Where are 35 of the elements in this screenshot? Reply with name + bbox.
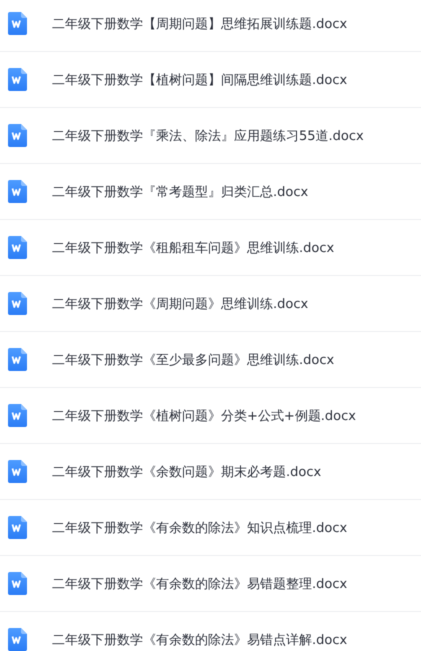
file-row[interactable]: 二年级下册数学《周期问题》思维训练.docx xyxy=(0,276,421,332)
file-name: 二年级下册数学【植树问题】间隔思维训练题.docx xyxy=(52,72,348,88)
file-row[interactable]: 二年级下册数学【植树问题】间隔思维训练题.docx xyxy=(0,52,421,108)
file-name: 二年级下册数学《租船租车问题》思维训练.docx xyxy=(52,240,334,256)
file-name: 二年级下册数学《余数问题》期末必考题.docx xyxy=(52,464,322,480)
word-document-icon xyxy=(8,404,27,427)
file-name: 二年级下册数学《有余数的除法》易错题整理.docx xyxy=(52,576,348,592)
file-row[interactable]: 二年级下册数学《有余数的除法》易错题整理.docx xyxy=(0,556,421,612)
file-name: 二年级下册数学《有余数的除法》知识点梳理.docx xyxy=(52,520,348,536)
word-document-icon xyxy=(8,292,27,315)
word-document-icon xyxy=(8,572,27,595)
word-document-icon xyxy=(8,68,27,91)
file-name: 二年级下册数学『常考题型』归类汇总.docx xyxy=(52,184,308,200)
file-name: 二年级下册数学【周期问题】思维拓展训练题.docx xyxy=(52,16,348,32)
file-row[interactable]: 二年级下册数学『常考题型』归类汇总.docx xyxy=(0,164,421,220)
word-document-icon xyxy=(8,460,27,483)
file-row[interactable]: 二年级下册数学《有余数的除法》易错点详解.docx xyxy=(0,612,421,651)
file-row[interactable]: 二年级下册数学『乘法、除法』应用题练习55道.docx xyxy=(0,108,421,164)
word-document-icon xyxy=(8,12,27,35)
file-name: 二年级下册数学《周期问题》思维训练.docx xyxy=(52,296,308,312)
file-row[interactable]: 二年级下册数学《租船租车问题》思维训练.docx xyxy=(0,220,421,276)
file-name: 二年级下册数学『乘法、除法』应用题练习55道.docx xyxy=(52,128,364,144)
file-row[interactable]: 二年级下册数学《植树问题》分类+公式+例题.docx xyxy=(0,388,421,444)
file-name: 二年级下册数学《植树问题》分类+公式+例题.docx xyxy=(52,408,356,424)
file-row[interactable]: 二年级下册数学《有余数的除法》知识点梳理.docx xyxy=(0,500,421,556)
file-name: 二年级下册数学《有余数的除法》易错点详解.docx xyxy=(52,632,348,648)
word-document-icon xyxy=(8,516,27,539)
file-row[interactable]: 二年级下册数学【周期问题】思维拓展训练题.docx xyxy=(0,0,421,52)
word-document-icon xyxy=(8,124,27,147)
word-document-icon xyxy=(8,348,27,371)
file-row[interactable]: 二年级下册数学《至少最多问题》思维训练.docx xyxy=(0,332,421,388)
file-row[interactable]: 二年级下册数学《余数问题》期末必考题.docx xyxy=(0,444,421,500)
word-document-icon xyxy=(8,180,27,203)
word-document-icon xyxy=(8,236,27,259)
file-name: 二年级下册数学《至少最多问题》思维训练.docx xyxy=(52,352,334,368)
